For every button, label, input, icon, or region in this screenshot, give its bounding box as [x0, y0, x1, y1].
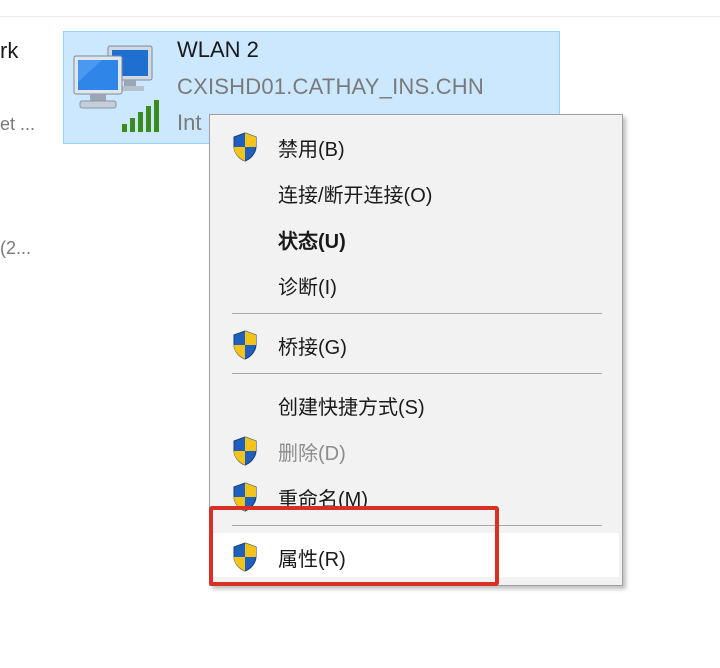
menu-item-label: 状态(U) — [278, 231, 346, 253]
network-item-name-partial[interactable]: rk — [0, 38, 18, 64]
uac-shield-icon — [233, 436, 257, 466]
menu-item-disable[interactable]: 禁用(B) — [210, 123, 622, 167]
menu-separator — [232, 373, 602, 374]
menu-item-create-shortcut[interactable]: 创建快捷方式(S) — [210, 381, 622, 425]
menu-item-label: 连接/断开连接(O) — [278, 185, 433, 207]
adapter-network: CXISHD01.CATHAY_INS.CHN — [177, 74, 484, 99]
menu-item-label: 删除(D) — [278, 443, 346, 465]
annotation-highlight-box — [209, 506, 499, 586]
adapter-name: WLAN 2 — [177, 37, 259, 62]
menu-item-label: 创建快捷方式(S) — [278, 397, 425, 419]
menu-separator — [232, 313, 602, 314]
menu-item-label: 禁用(B) — [278, 139, 345, 161]
uac-shield-icon — [233, 330, 257, 360]
adapter-device: Int — [177, 110, 202, 135]
network-item-detail-partial-2: (2... — [0, 238, 32, 258]
network-item-detail-partial: et ... — [0, 114, 36, 134]
header-divider — [0, 16, 720, 17]
menu-item-label: 诊断(I) — [278, 277, 337, 299]
menu-item-label: 桥接(G) — [278, 337, 347, 359]
menu-item-delete: 删除(D) — [210, 427, 622, 471]
uac-shield-icon — [233, 132, 257, 162]
menu-item-connect-disconnect[interactable]: 连接/断开连接(O) — [210, 169, 622, 213]
menu-item-diagnose[interactable]: 诊断(I) — [210, 261, 622, 305]
menu-item-bridge[interactable]: 桥接(G) — [210, 321, 622, 365]
menu-item-status[interactable]: 状态(U) — [210, 215, 622, 259]
network-computers-icon — [73, 45, 159, 132]
